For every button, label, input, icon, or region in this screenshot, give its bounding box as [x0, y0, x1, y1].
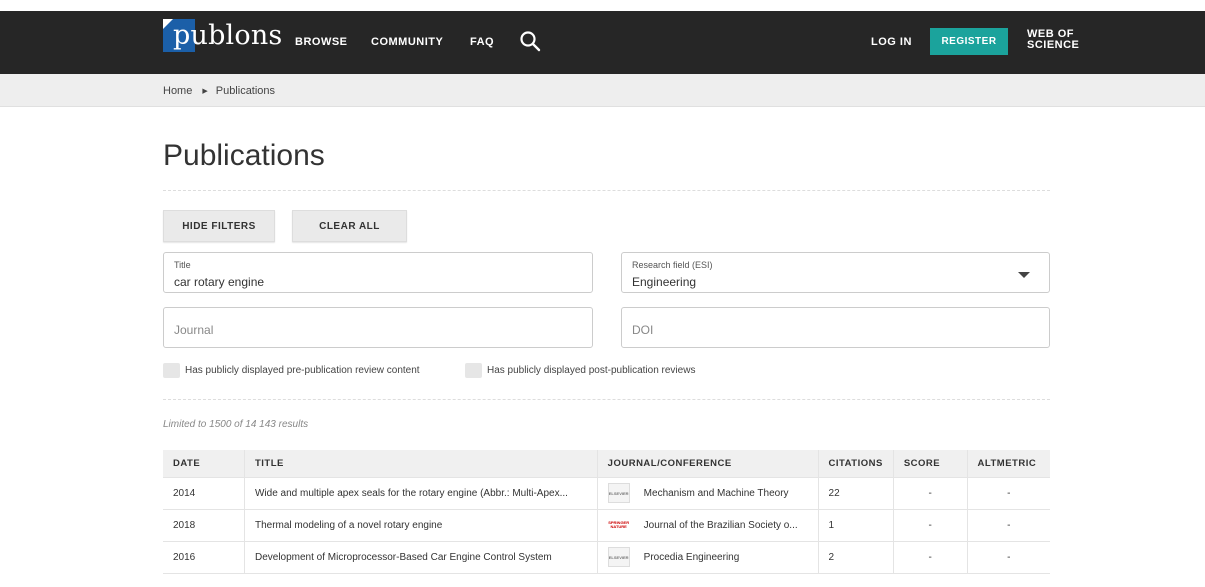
row-date: 2018 [163, 509, 245, 542]
publons-logo[interactable]: publons [163, 19, 283, 52]
results-count: Limited to 1500 of 14 143 results [163, 419, 309, 430]
title-field[interactable]: Title car rotary engine [163, 252, 593, 293]
top-navbar: publons BROWSE COMMUNITY FAQ LOG IN REGI… [0, 11, 1205, 74]
doi-placeholder: DOI [632, 323, 654, 337]
row-citations: 2 [817, 541, 894, 574]
register-button[interactable]: REGISTER [930, 28, 1008, 55]
breadcrumb: Home ▶ Publications [163, 85, 275, 97]
breadcrumb-publications[interactable]: Publications [216, 85, 275, 97]
nav-browse[interactable]: BROWSE [295, 36, 348, 48]
col-date[interactable]: DATE [163, 450, 245, 478]
col-altmetric[interactable]: ALTMETRIC [966, 450, 1050, 478]
row-altmetric: - [966, 477, 1050, 510]
divider [163, 190, 1050, 191]
hide-filters-button[interactable]: HIDE FILTERS [163, 210, 275, 242]
table-row[interactable]: 2014 Wide and multiple apex seals for th… [163, 477, 1050, 510]
checkbox-box[interactable] [465, 363, 482, 378]
web-of-science-link[interactable]: WEB OF SCIENCE [1027, 29, 1079, 51]
doi-field[interactable]: DOI [621, 307, 1050, 348]
research-field-label: Research field (ESI) [632, 260, 713, 270]
checkbox-box[interactable] [163, 363, 180, 378]
row-citations: 22 [817, 477, 894, 510]
pre-publication-label: Has publicly displayed pre-publication r… [185, 365, 420, 376]
divider [163, 399, 1050, 400]
row-date: 2014 [163, 477, 245, 510]
chevron-right-icon: ▶ [202, 88, 208, 95]
table-row[interactable]: 2016 Development of Microprocessor-Based… [163, 541, 1050, 574]
title-field-label: Title [174, 260, 191, 270]
clear-all-button[interactable]: CLEAR ALL [292, 210, 407, 242]
row-score: - [892, 509, 968, 542]
row-date: 2016 [163, 541, 245, 574]
post-publication-label: Has publicly displayed post-publication … [487, 365, 696, 376]
elsevier-logo-icon: ELSEVIER [607, 547, 630, 567]
row-title-link[interactable]: Wide and multiple apex seals for the rot… [255, 488, 587, 499]
caret-down-icon[interactable] [1018, 272, 1030, 278]
journal-field[interactable]: Journal [163, 307, 593, 348]
row-altmetric: - [966, 541, 1050, 574]
row-score: - [892, 477, 968, 510]
elsevier-logo-icon: ELSEVIER [607, 483, 630, 503]
row-title-link[interactable]: Development of Microprocessor-Based Car … [255, 552, 587, 563]
logo-text: publons [173, 20, 283, 51]
row-journal-link[interactable]: Journal of the Brazilian Society o... [644, 520, 798, 531]
row-journal-link[interactable]: Mechanism and Machine Theory [644, 488, 789, 499]
nav-community[interactable]: COMMUNITY [371, 36, 443, 48]
table-header-row: DATE TITLE JOURNAL/CONFERENCE CITATIONS … [163, 450, 1050, 478]
row-altmetric: - [966, 509, 1050, 542]
table-row[interactable]: 2018 Thermal modeling of a novel rotary … [163, 509, 1050, 542]
col-journal[interactable]: JOURNAL/CONFERENCE [596, 450, 819, 478]
journal-placeholder: Journal [174, 323, 214, 337]
breadcrumb-bar: Home ▶ Publications [0, 74, 1205, 107]
publications-table: DATE TITLE JOURNAL/CONFERENCE CITATIONS … [163, 450, 1050, 574]
search-icon[interactable] [519, 30, 541, 52]
breadcrumb-home[interactable]: Home [163, 85, 192, 97]
row-title-link[interactable]: Thermal modeling of a novel rotary engin… [255, 520, 587, 531]
title-field-value[interactable]: car rotary engine [174, 275, 264, 289]
nav-faq[interactable]: FAQ [470, 36, 494, 48]
row-score: - [892, 541, 968, 574]
login-link[interactable]: LOG IN [871, 36, 912, 48]
col-title[interactable]: TITLE [243, 450, 598, 478]
pre-publication-checkbox[interactable]: Has publicly displayed pre-publication r… [163, 363, 420, 378]
wos-line-2: SCIENCE [1027, 39, 1080, 51]
row-citations: 1 [817, 509, 894, 542]
col-citations[interactable]: CITATIONS [817, 450, 894, 478]
post-publication-checkbox[interactable]: Has publicly displayed post-publication … [465, 363, 695, 378]
page-title: Publications [163, 139, 325, 172]
research-field-value: Engineering [632, 275, 697, 289]
col-score[interactable]: SCORE [892, 450, 968, 478]
research-field-select[interactable]: Research field (ESI) Engineering [621, 252, 1050, 293]
row-journal-link[interactable]: Procedia Engineering [644, 552, 740, 563]
springer-nature-logo-icon: SPRINGER NATURE [608, 520, 630, 529]
